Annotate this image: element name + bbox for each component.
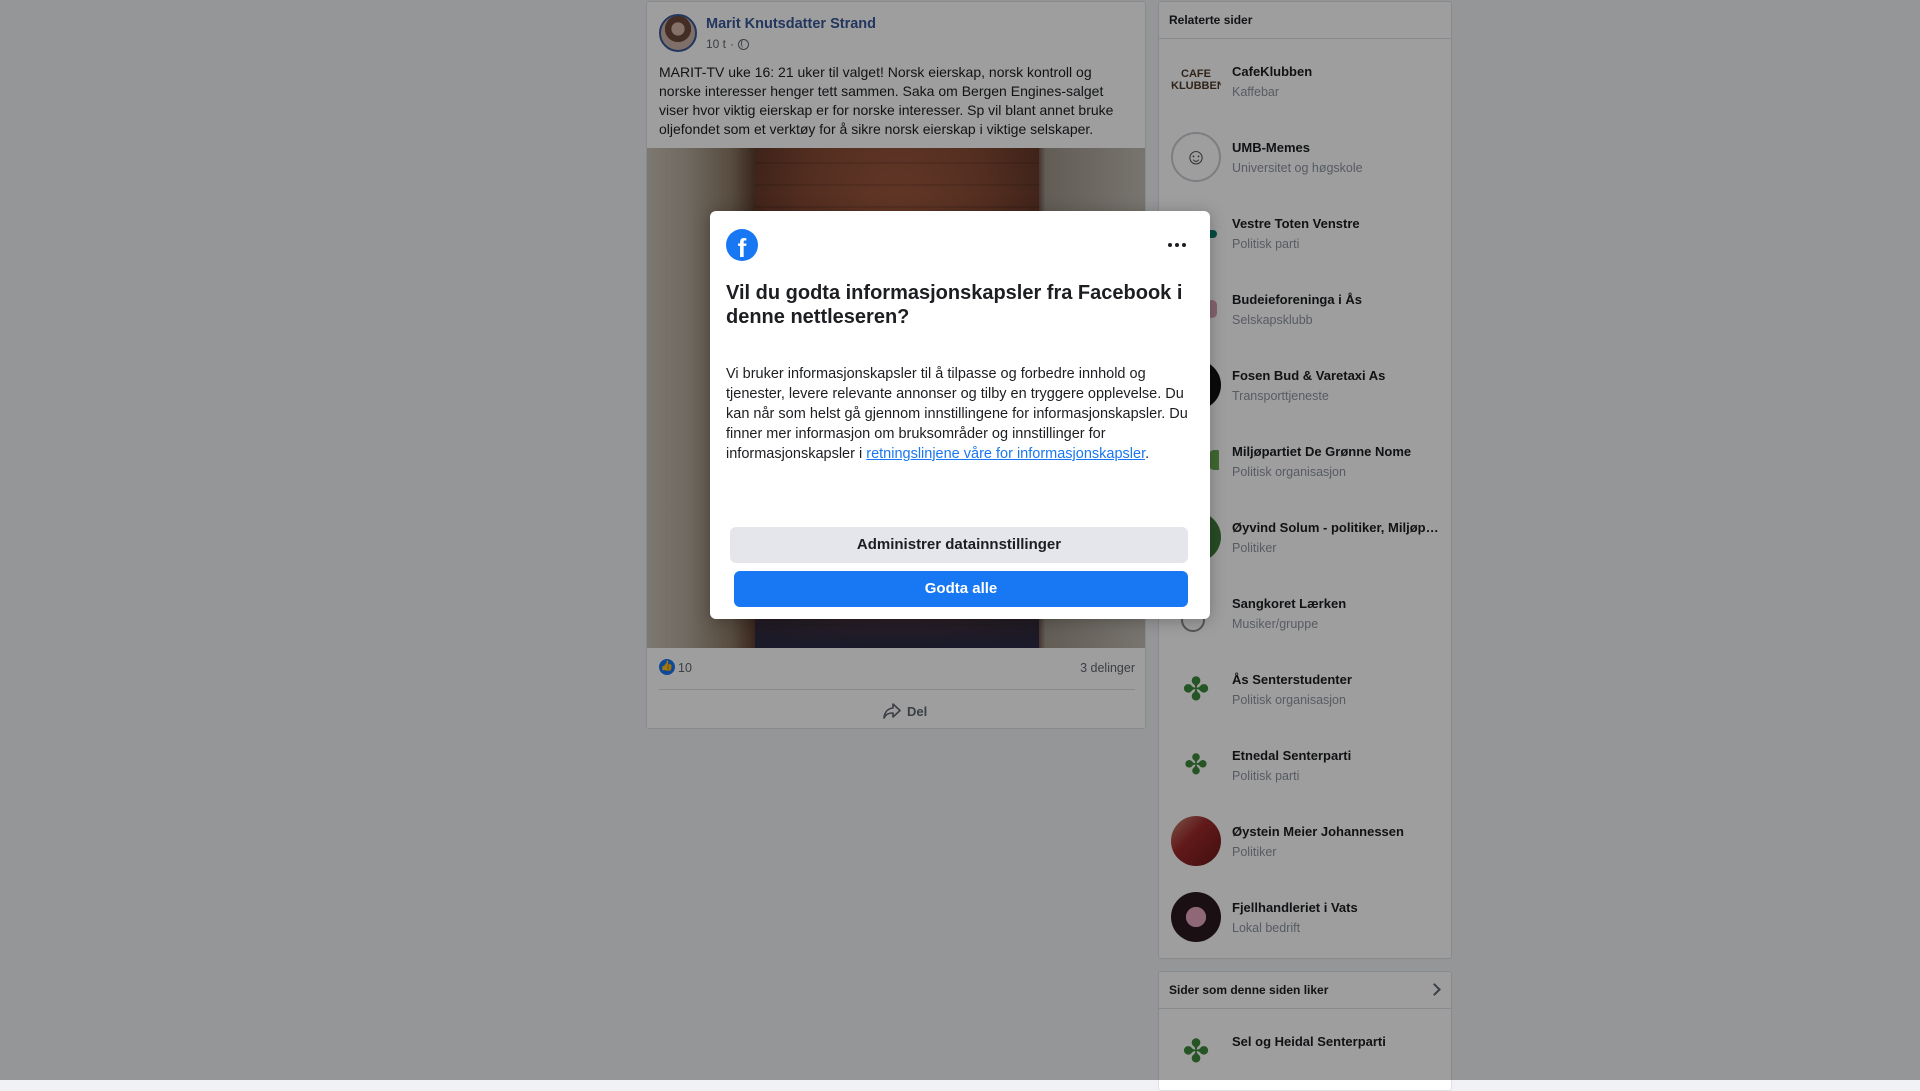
- dialog-body: Vi bruker informasjonskapsler til å tilp…: [726, 364, 1196, 464]
- dialog-body-end: .: [1145, 446, 1150, 462]
- accept-all-button[interactable]: Godta alle: [734, 571, 1188, 607]
- manage-data-settings-button[interactable]: Administrer datainnstillinger: [730, 527, 1188, 563]
- more-options-icon[interactable]: [1162, 231, 1192, 259]
- cookie-policy-link[interactable]: retningslinjene våre for informasjonskap…: [866, 446, 1145, 462]
- facebook-logo-icon: f: [726, 229, 758, 261]
- cookie-consent-dialog: f Vil du godta informasjonskapsler fra F…: [710, 211, 1210, 619]
- dialog-title: Vil du godta informasjonskapsler fra Fac…: [726, 282, 1183, 328]
